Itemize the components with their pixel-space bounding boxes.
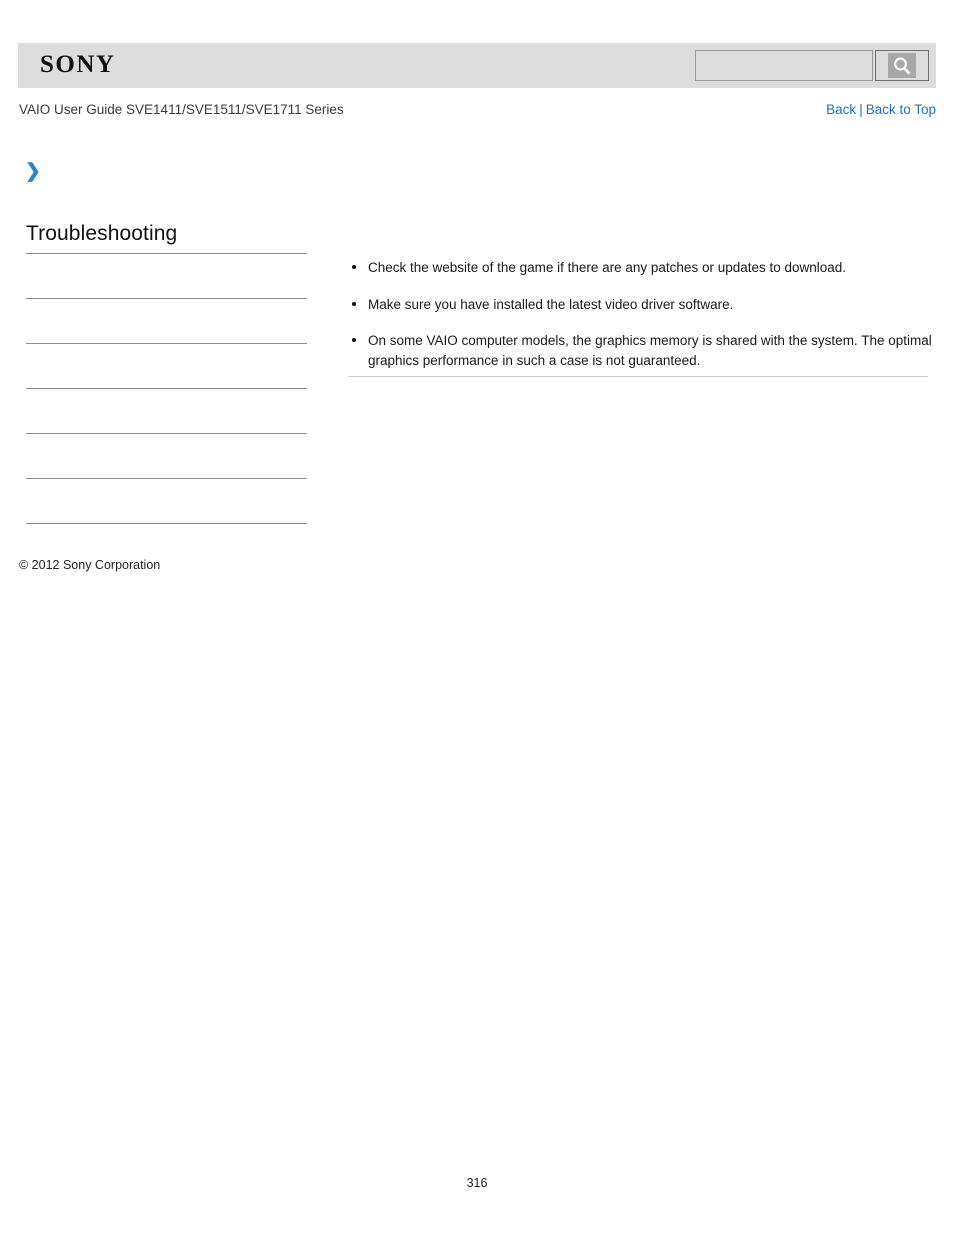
guide-title: VAIO User Guide SVE1411/SVE1511/SVE1711 … <box>19 102 344 117</box>
list-item: On some VAIO computer models, the graphi… <box>348 331 936 370</box>
content-divider <box>348 376 928 377</box>
breadcrumb[interactable]: ❯ <box>25 160 47 182</box>
link-separator: | <box>859 102 863 117</box>
troubleshooting-tips-list: Check the website of the game if there a… <box>348 258 936 370</box>
sidebar-item-3[interactable] <box>26 344 307 388</box>
sidebar-divider <box>26 523 307 524</box>
page-title: Troubleshooting <box>26 222 178 245</box>
search-icon <box>888 53 916 78</box>
copyright-notice: © 2012 Sony Corporation <box>19 558 161 572</box>
header-nav-links: Back | Back to Top <box>826 102 936 117</box>
search-area <box>695 50 929 81</box>
sidebar-item-1[interactable] <box>26 254 307 298</box>
back-to-top-link[interactable]: Back to Top <box>866 102 936 117</box>
sidebar: Troubleshooting <box>26 222 307 524</box>
site-header-bar: SONY <box>18 43 936 88</box>
list-item: Check the website of the game if there a… <box>348 258 936 278</box>
sidebar-item-4[interactable] <box>26 389 307 433</box>
search-button[interactable] <box>875 50 929 81</box>
page-number: 316 <box>466 1176 488 1190</box>
sidebar-item-6[interactable] <box>26 479 307 523</box>
search-input[interactable] <box>695 50 873 81</box>
list-item: Make sure you have installed the latest … <box>348 295 936 315</box>
sidebar-item-2[interactable] <box>26 299 307 343</box>
chevron-right-icon: ❯ <box>25 160 41 182</box>
sony-logo: SONY <box>40 51 116 78</box>
sidebar-item-5[interactable] <box>26 434 307 478</box>
main-content: Check the website of the game if there a… <box>348 258 936 387</box>
back-link[interactable]: Back <box>826 102 856 117</box>
